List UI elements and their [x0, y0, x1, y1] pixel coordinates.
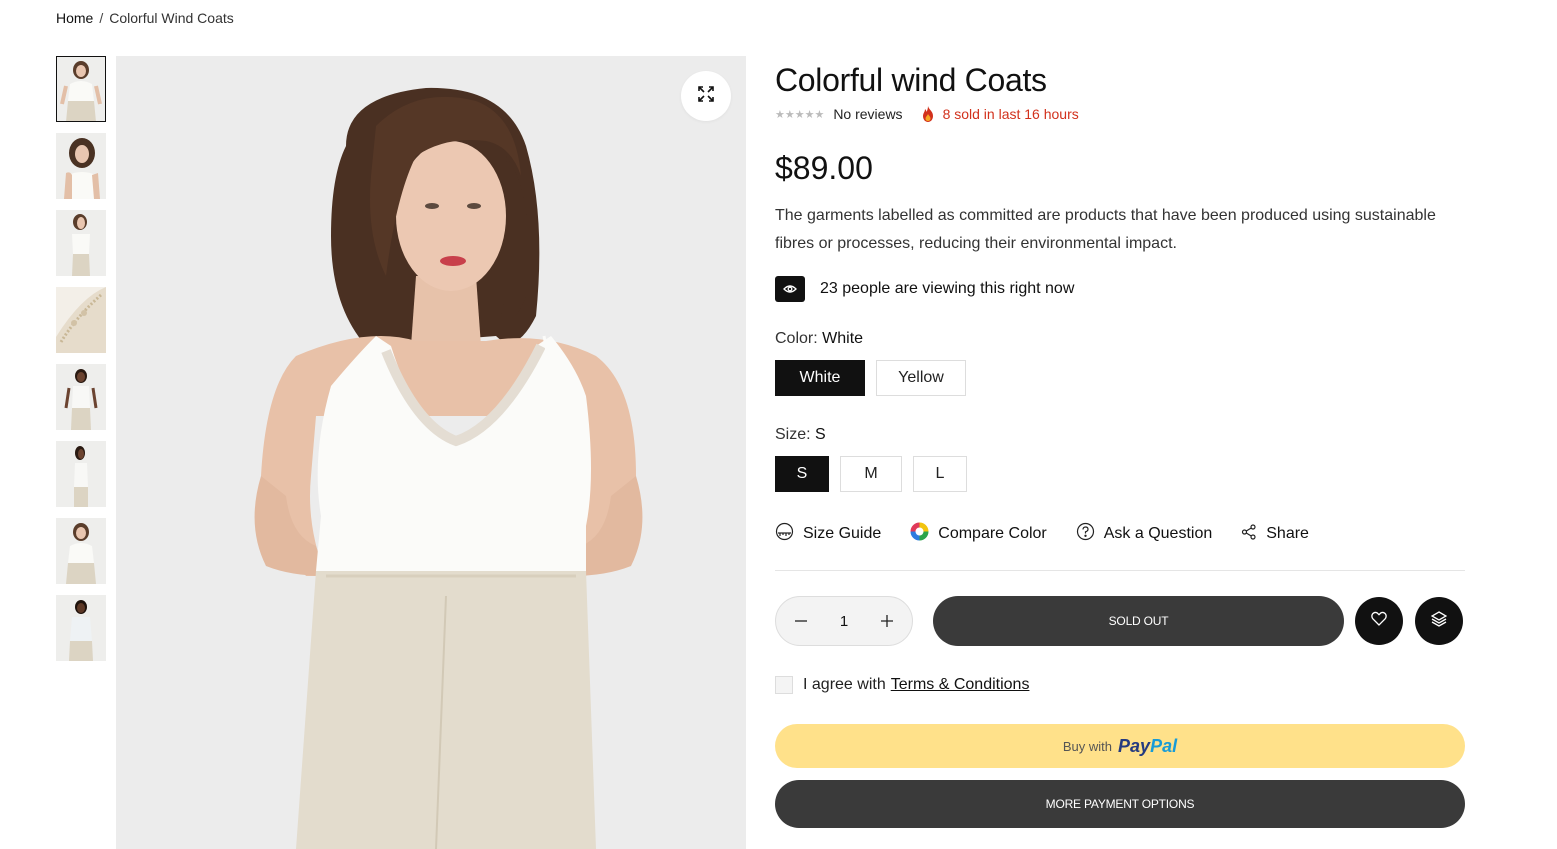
color-label: Color: White: [775, 330, 1465, 348]
size-option-m[interactable]: M: [840, 456, 902, 492]
color-wheel-icon: [910, 522, 929, 546]
sold-out-button[interactable]: SOLD OUT: [933, 596, 1344, 646]
buy-with-label: Buy with: [1062, 738, 1113, 754]
compare-color-label: Compare Color: [938, 525, 1047, 542]
question-icon: [1076, 522, 1095, 546]
color-options: White Yellow: [775, 360, 1465, 396]
size-selected-value: S: [815, 426, 826, 443]
compare-color-link[interactable]: Compare Color: [910, 522, 1047, 546]
product-photo: [116, 56, 746, 849]
eye-icon: [775, 276, 805, 302]
thumbnail-4[interactable]: [56, 287, 106, 353]
viewing-text: 23 people are viewing this right now: [820, 280, 1075, 297]
thumbnail-1[interactable]: [56, 56, 106, 122]
product-title: Colorful wind Coats: [775, 62, 1047, 98]
reviews-count[interactable]: No reviews: [833, 106, 902, 122]
wishlist-button[interactable]: [1355, 597, 1403, 645]
breadcrumb-current: Colorful Wind Coats: [109, 10, 234, 26]
size-guide-link[interactable]: Size Guide: [775, 522, 881, 546]
terms-agreement: I agree with Terms & Conditions: [775, 676, 1465, 694]
size-option-l[interactable]: L: [913, 456, 967, 492]
breadcrumb-home-link[interactable]: Home: [56, 10, 93, 26]
color-label-text: Color:: [775, 330, 818, 347]
terms-checkbox[interactable]: [775, 676, 793, 694]
expand-icon: [698, 85, 714, 107]
paypal-button[interactable]: Buy with PayPal: [775, 724, 1465, 768]
quantity-stepper: 1: [775, 596, 913, 646]
size-label-text: Size:: [775, 426, 811, 443]
thumbnail-6[interactable]: [56, 441, 106, 507]
terms-link[interactable]: Terms & Conditions: [891, 676, 1030, 694]
thumbnail-5[interactable]: [56, 364, 106, 430]
more-payment-options-button[interactable]: MORE PAYMENT OPTIONS: [775, 780, 1465, 828]
quantity-value[interactable]: 1: [840, 613, 848, 630]
share-link[interactable]: Share: [1241, 523, 1309, 545]
quantity-increase-button[interactable]: [880, 614, 894, 628]
thumbnail-3[interactable]: [56, 210, 106, 276]
sold-recently-text: 8 sold in last 16 hours: [942, 106, 1079, 122]
thumbnail-7[interactable]: [56, 518, 106, 584]
layers-icon: [1430, 610, 1448, 632]
product-links: Size Guide Compare Color Ask a Question …: [775, 522, 1465, 546]
product-info: Colorful wind Coats ★★★★★ No reviews 8 s…: [775, 56, 1465, 828]
thumbnail-2[interactable]: [56, 133, 106, 199]
thumbnail-list: [56, 56, 106, 672]
color-option-white[interactable]: White: [775, 360, 865, 396]
share-icon: [1241, 523, 1257, 545]
product-description: The garments labelled as committed are p…: [775, 207, 1436, 252]
ruler-icon: [775, 522, 794, 546]
product-meta: ★★★★★ No reviews 8 sold in last 16 hours: [775, 106, 1465, 122]
ask-question-link[interactable]: Ask a Question: [1076, 522, 1213, 546]
breadcrumb-separator: /: [99, 10, 104, 26]
product-price: $89.00: [775, 150, 873, 186]
rating-stars-icon[interactable]: ★★★★★: [775, 108, 824, 121]
ask-question-label: Ask a Question: [1103, 525, 1213, 542]
heart-icon: [1371, 611, 1387, 631]
size-option-s[interactable]: S: [775, 456, 829, 492]
quantity-decrease-button[interactable]: [794, 614, 808, 628]
fire-icon: [921, 106, 935, 122]
color-option-yellow[interactable]: Yellow: [876, 360, 966, 396]
divider: [775, 570, 1465, 571]
paypal-logo: PayPal: [1118, 735, 1178, 756]
breadcrumb: Home / Colorful Wind Coats: [56, 10, 234, 26]
share-label: Share: [1266, 525, 1309, 542]
thumbnail-8[interactable]: [56, 595, 106, 661]
size-guide-label: Size Guide: [803, 525, 882, 542]
viewing-notice: 23 people are viewing this right now: [775, 276, 1465, 302]
cart-row: 1 SOLD OUT: [775, 596, 1465, 646]
size-label: Size: S: [775, 426, 1465, 444]
main-product-image[interactable]: [116, 56, 746, 849]
color-selected-value: White: [822, 330, 864, 347]
size-options: S M L: [775, 456, 1465, 492]
terms-prefix: I agree with: [803, 676, 886, 693]
zoom-button[interactable]: [681, 71, 731, 121]
compare-button[interactable]: [1415, 597, 1463, 645]
